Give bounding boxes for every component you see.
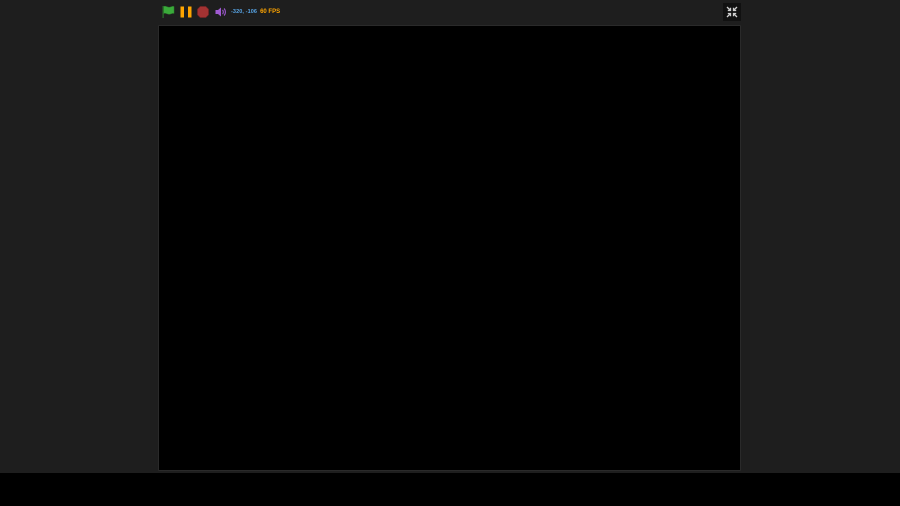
player-window: -320, -106 60 FPS: [0, 0, 900, 473]
pause-button[interactable]: [179, 5, 193, 19]
green-flag-button[interactable]: [161, 5, 175, 19]
controls-bar: -320, -106 60 FPS: [160, 4, 280, 20]
mouse-coordinates: -320, -106: [231, 9, 258, 15]
pause-icon: [180, 6, 192, 18]
fps-counter: 60 FPS: [260, 9, 281, 15]
volume-button[interactable]: [214, 5, 228, 19]
stage-canvas[interactable]: [158, 25, 741, 471]
speaker-icon: [215, 7, 226, 17]
stop-button[interactable]: [196, 5, 210, 19]
green-flag-icon: [162, 6, 175, 18]
fullscreen-toggle-button[interactable]: [723, 3, 741, 21]
exit-fullscreen-icon: [726, 6, 738, 18]
stop-icon: [197, 6, 209, 18]
